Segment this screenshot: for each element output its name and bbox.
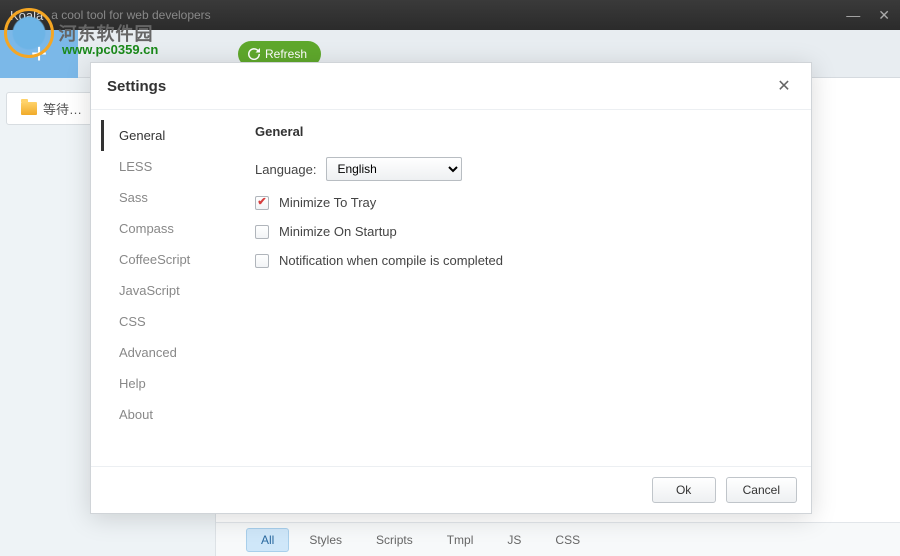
nav-help[interactable]: Help bbox=[109, 368, 241, 399]
notify-compile-checkbox[interactable] bbox=[255, 254, 269, 268]
dialog-footer: Ok Cancel bbox=[91, 466, 811, 513]
dialog-header: Settings ✕ bbox=[91, 63, 811, 110]
nav-about[interactable]: About bbox=[109, 399, 241, 430]
minimize-startup-checkbox[interactable] bbox=[255, 225, 269, 239]
nav-coffeescript[interactable]: CoffeeScript bbox=[109, 244, 241, 275]
cancel-button[interactable]: Cancel bbox=[726, 477, 797, 503]
nav-advanced[interactable]: Advanced bbox=[109, 337, 241, 368]
notify-compile-row: Notification when compile is completed bbox=[255, 253, 791, 268]
minimize-tray-checkbox[interactable] bbox=[255, 196, 269, 210]
settings-panel: General Language: English Minimize To Tr… bbox=[241, 110, 811, 466]
nav-general[interactable]: General bbox=[101, 120, 241, 151]
ok-button[interactable]: Ok bbox=[652, 477, 716, 503]
language-label: Language: bbox=[255, 162, 316, 177]
settings-dialog: Settings ✕ General LESS Sass Compass Cof… bbox=[90, 62, 812, 514]
language-row: Language: English bbox=[255, 157, 791, 181]
nav-compass[interactable]: Compass bbox=[109, 213, 241, 244]
dialog-close-button[interactable]: ✕ bbox=[773, 75, 795, 97]
settings-nav: General LESS Sass Compass CoffeeScript J… bbox=[91, 110, 241, 466]
language-select[interactable]: English bbox=[326, 157, 462, 181]
minimize-tray-label: Minimize To Tray bbox=[279, 195, 376, 210]
minimize-startup-row: Minimize On Startup bbox=[255, 224, 791, 239]
dialog-title: Settings bbox=[107, 78, 166, 95]
modal-overlay: Settings ✕ General LESS Sass Compass Cof… bbox=[0, 0, 900, 556]
nav-javascript[interactable]: JavaScript bbox=[109, 275, 241, 306]
nav-sass[interactable]: Sass bbox=[109, 182, 241, 213]
minimize-tray-row: Minimize To Tray bbox=[255, 195, 791, 210]
minimize-startup-label: Minimize On Startup bbox=[279, 224, 397, 239]
nav-less[interactable]: LESS bbox=[109, 151, 241, 182]
notify-compile-label: Notification when compile is completed bbox=[279, 253, 503, 268]
panel-heading: General bbox=[255, 124, 791, 139]
dialog-body: General LESS Sass Compass CoffeeScript J… bbox=[91, 110, 811, 466]
nav-css[interactable]: CSS bbox=[109, 306, 241, 337]
